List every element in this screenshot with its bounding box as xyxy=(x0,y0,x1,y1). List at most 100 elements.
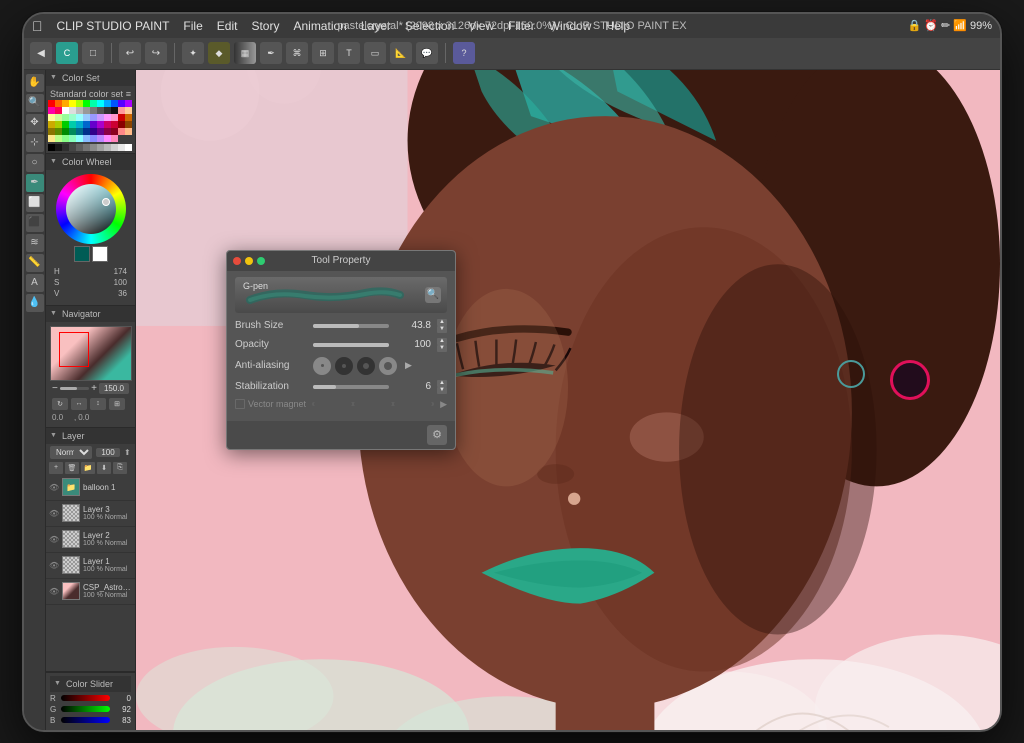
opacity-stepper[interactable]: ▲ ▼ xyxy=(437,338,447,352)
toolbar-redo[interactable]: ↪ xyxy=(145,42,167,64)
color-swatch[interactable] xyxy=(97,135,104,142)
color-wheel-widget[interactable] xyxy=(56,174,126,244)
color-swatch[interactable] xyxy=(104,114,111,121)
color-swatch[interactable] xyxy=(125,114,132,121)
layer-eye-1[interactable]: 👁 xyxy=(49,509,59,518)
color-swatch[interactable] xyxy=(97,107,104,114)
color-swatch[interactable] xyxy=(118,100,125,107)
toolbar-btn-3[interactable]: □ xyxy=(82,42,104,64)
color-swatch[interactable] xyxy=(69,114,76,121)
stabilization-stepper[interactable]: ▲ ▼ xyxy=(437,380,447,394)
g-slider-track[interactable] xyxy=(61,706,110,712)
zoom-value-input[interactable] xyxy=(99,383,129,394)
menu-item-edit[interactable]: Edit xyxy=(217,19,238,33)
layer-item-3[interactable]: 👁 Layer 1 100 % Normal xyxy=(46,553,135,579)
stabilization-up[interactable]: ▲ xyxy=(437,380,447,387)
tool-lasso[interactable]: ○ xyxy=(26,154,44,172)
nav-flip-v-btn[interactable]: ↕ xyxy=(90,398,106,410)
color-set-menu-icon[interactable]: ≡ xyxy=(126,89,131,99)
color-swatch[interactable] xyxy=(83,121,90,128)
nav-rotate-btn[interactable]: ↻ xyxy=(52,398,68,410)
tool-text[interactable]: A xyxy=(26,274,44,292)
dialog-zoom-btn[interactable] xyxy=(257,257,265,265)
color-swatch[interactable] xyxy=(111,100,118,107)
vm-btn-2[interactable] xyxy=(354,402,392,406)
layer-item-4[interactable]: 👁 CSP_AstroPaste 100 % Normal xyxy=(46,579,135,605)
color-swatch[interactable] xyxy=(62,107,69,114)
tool-select[interactable]: ⊹ xyxy=(26,134,44,152)
tool-hand[interactable]: ✋ xyxy=(26,74,44,92)
color-swatch[interactable] xyxy=(55,135,62,142)
color-swatch[interactable] xyxy=(97,128,104,135)
tool-fill[interactable]: ⬛ xyxy=(26,214,44,232)
toolbar-undo[interactable]: ↩ xyxy=(119,42,141,64)
vector-magnet-expand-icon[interactable]: ▶ xyxy=(440,399,447,410)
color-swatch[interactable] xyxy=(55,128,62,135)
color-swatch[interactable] xyxy=(48,135,55,142)
color-swatch[interactable] xyxy=(111,121,118,128)
navigator-collapse-icon[interactable]: ▼ xyxy=(50,310,58,318)
nav-flip-h-btn[interactable]: ↔ xyxy=(71,398,87,410)
color-swatch[interactable] xyxy=(104,128,111,135)
color-swatch[interactable] xyxy=(118,114,125,121)
brush-size-slider[interactable] xyxy=(313,324,389,328)
blend-mode-select[interactable]: Normal Multiply Screen xyxy=(50,446,92,459)
tool-ruler[interactable]: 📏 xyxy=(26,254,44,272)
tool-blend[interactable]: ≋ xyxy=(26,234,44,252)
color-swatch[interactable] xyxy=(83,100,90,107)
gray-swatch[interactable] xyxy=(55,144,62,151)
gray-swatch[interactable] xyxy=(90,144,97,151)
clip-studio-icon[interactable]: C xyxy=(56,42,78,64)
layer-collapse-icon[interactable]: ▼ xyxy=(50,432,58,440)
tool-zoom[interactable]: 🔍 xyxy=(26,94,44,112)
color-swatch[interactable] xyxy=(55,114,62,121)
color-swatch[interactable] xyxy=(62,100,69,107)
layer-delete-btn[interactable]: 🗑 xyxy=(65,462,79,474)
gray-swatch[interactable] xyxy=(69,144,76,151)
aa-expand-icon[interactable]: ▶ xyxy=(405,360,412,371)
color-swatch[interactable] xyxy=(48,107,55,114)
color-swatch[interactable] xyxy=(83,114,90,121)
color-swatch[interactable] xyxy=(76,135,83,142)
color-swatch[interactable] xyxy=(118,121,125,128)
toolbar-gradient[interactable]: ▦ xyxy=(234,42,256,64)
color-swatch[interactable] xyxy=(111,114,118,121)
dialog-minimize-btn[interactable] xyxy=(245,257,253,265)
color-swatch[interactable] xyxy=(69,107,76,114)
layer-opacity-stepper[interactable]: ⬆ xyxy=(124,448,131,457)
color-swatch[interactable] xyxy=(55,100,62,107)
color-swatch[interactable] xyxy=(125,100,132,107)
brush-settings-icon[interactable]: 🔍 xyxy=(425,287,441,303)
color-swatch[interactable] xyxy=(48,114,55,121)
vm-btn-3[interactable] xyxy=(394,402,432,406)
layer-item-1[interactable]: 👁 Layer 3 100 % Normal xyxy=(46,501,135,527)
color-swatch[interactable] xyxy=(62,128,69,135)
brush-size-down[interactable]: ▼ xyxy=(437,326,447,333)
color-swatch[interactable] xyxy=(125,128,132,135)
color-swatch[interactable] xyxy=(83,107,90,114)
color-set-collapse-icon[interactable]: ▼ xyxy=(50,74,58,82)
color-swatch[interactable] xyxy=(48,128,55,135)
toolbar-text[interactable]: T xyxy=(338,42,360,64)
color-swatch[interactable] xyxy=(76,121,83,128)
layer-eye-2[interactable]: 👁 xyxy=(49,535,59,544)
color-swatch[interactable] xyxy=(69,128,76,135)
vector-magnet-checkbox-label[interactable]: Vector magnet xyxy=(235,399,306,409)
layer-item-0[interactable]: 👁 📁 balloon 1 xyxy=(46,475,135,501)
color-swatch[interactable] xyxy=(90,121,97,128)
zoom-out-icon[interactable]: − xyxy=(52,383,58,394)
color-swatch[interactable] xyxy=(76,100,83,107)
color-swatch[interactable] xyxy=(104,121,111,128)
opacity-up[interactable]: ▲ xyxy=(437,338,447,345)
color-wheel-selector[interactable] xyxy=(102,198,110,206)
color-swatch[interactable] xyxy=(104,100,111,107)
canvas-area[interactable]: Tool Property G-pen 🔍 xyxy=(136,70,1000,730)
color-swatch[interactable] xyxy=(76,114,83,121)
stabilization-down[interactable]: ▼ xyxy=(437,387,447,394)
background-color-swatch[interactable] xyxy=(92,246,108,262)
tool-move[interactable]: ✥ xyxy=(26,114,44,132)
color-swatch[interactable] xyxy=(111,128,118,135)
color-swatch[interactable] xyxy=(69,135,76,142)
gray-swatch[interactable] xyxy=(83,144,90,151)
layer-eye-0[interactable]: 👁 xyxy=(49,483,59,492)
